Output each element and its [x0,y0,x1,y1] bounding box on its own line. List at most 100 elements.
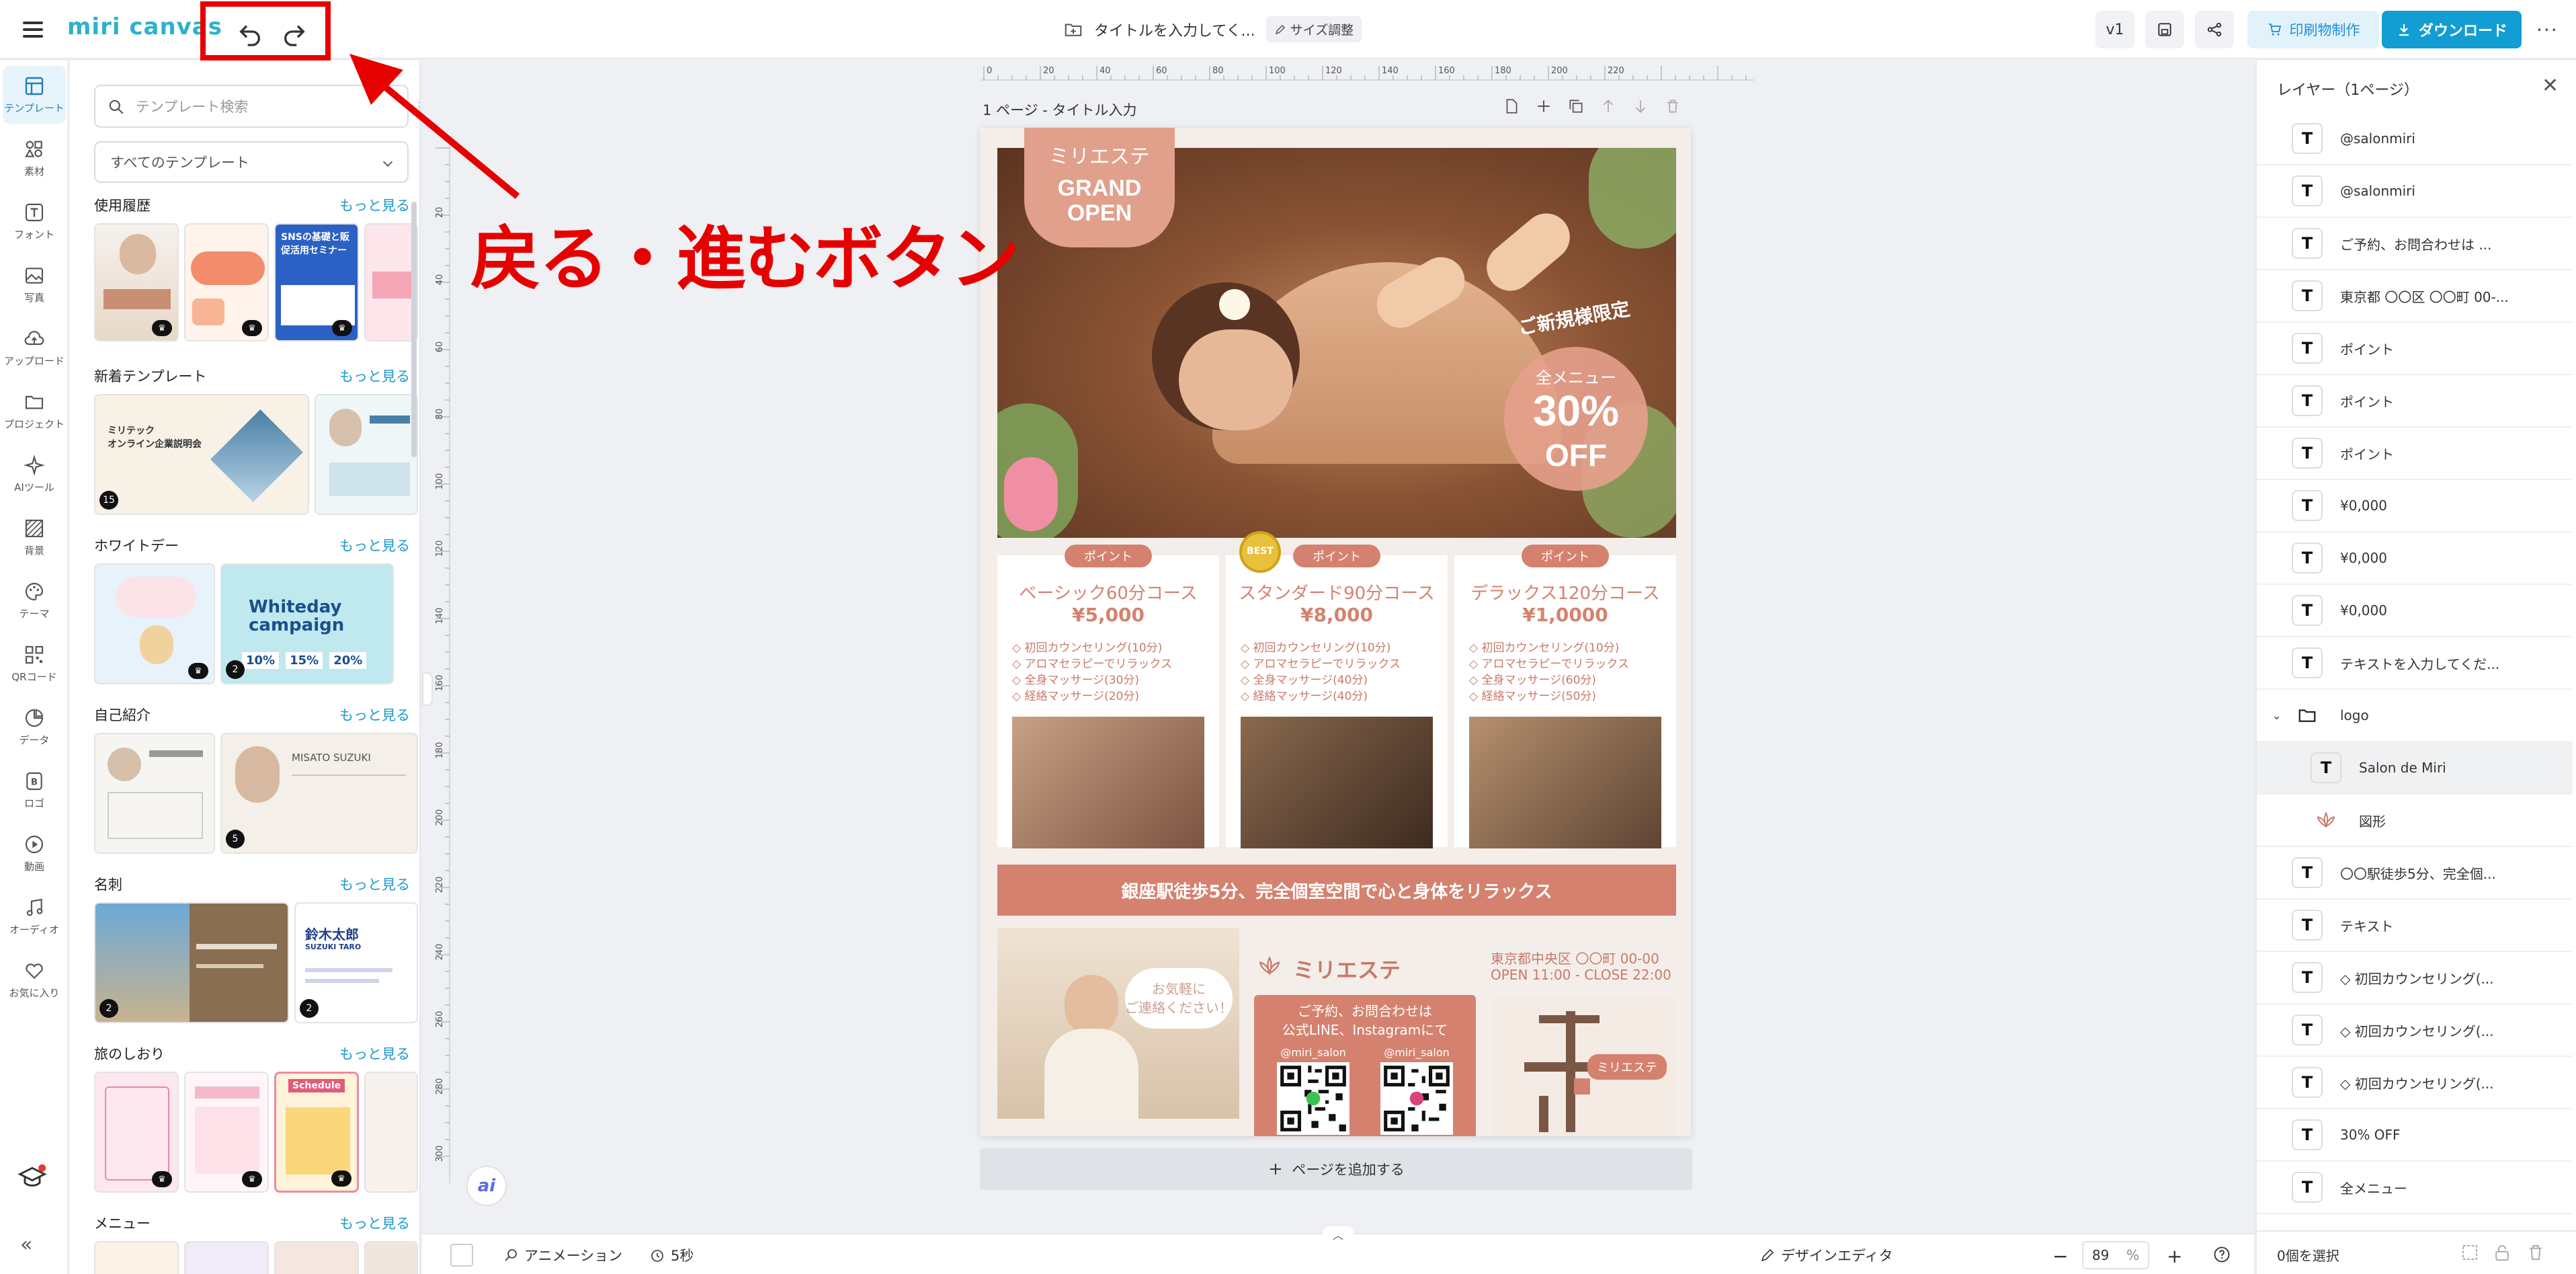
more-link[interactable]: もっと見る [339,874,410,894]
page-thumbnail-icon[interactable] [450,1244,473,1267]
share-icon[interactable] [2195,11,2234,48]
lock-icon[interactable] [2492,1242,2512,1263]
template-thumb[interactable]: Schedule ♛ [274,1072,359,1193]
layer-row[interactable]: ⌄ logo [2257,690,2573,742]
more-link[interactable]: もっと見る [339,1043,410,1064]
print-button[interactable]: 印刷物制作 [2247,11,2379,48]
best-medal[interactable]: BEST [1239,531,1281,573]
select-all-icon[interactable] [2460,1242,2480,1263]
more-link[interactable]: もっと見る [339,366,410,386]
template-thumb[interactable]: ♛ [94,1072,179,1193]
duration-button[interactable]: 5秒 [649,1245,694,1265]
layer-row[interactable]: T ご予約、お問合わせは ... [2257,218,2573,270]
course-photo[interactable] [1012,717,1204,848]
layer-row[interactable]: T @salonmiri [2257,113,2573,165]
receptionist-photo[interactable]: お気軽に ご連絡ください！ [997,928,1239,1119]
chevron-down-icon[interactable]: ⌄ [2272,709,2282,723]
resize-button[interactable]: サイズ調整 [1265,16,1362,42]
layer-row[interactable]: T ◇ 初回カウンセリング(... [2257,1057,2573,1109]
discount-circle[interactable]: 全メニュー 30% OFF [1504,347,1648,491]
save-icon[interactable] [2145,11,2184,48]
rail-item-theme[interactable]: テーマ [3,571,66,629]
rail-item-qr[interactable]: QRコード [3,635,66,692]
course-photo[interactable] [1469,717,1661,848]
template-thumb[interactable]: MISATO SUZUKI 5 [220,733,418,854]
doc-title[interactable]: タイトルを入力してく... [1094,19,1255,40]
layer-row[interactable]: T ポイント [2257,428,2573,480]
template-thumb[interactable] [184,1241,269,1274]
layer-row[interactable]: T 東京都 〇〇区 〇〇町 00-... [2257,270,2573,323]
move-up-icon[interactable] [1599,97,1617,115]
course-card[interactable]: ポイント ベーシック60分コース ¥5,000 ◇ 初回カウンセリング(10分)… [997,545,1219,848]
course-card[interactable]: ポイント デラックス120分コース ¥1,0000 ◇ 初回カウンセリング(10… [1454,545,1676,848]
access-banner[interactable]: 銀座駅徒歩5分、完全個室空間で心と身体をリラックス [997,865,1676,916]
more-options-icon[interactable]: ··· [2536,19,2559,41]
folder-add-icon[interactable] [1063,19,1083,40]
more-link[interactable]: もっと見る [339,1213,410,1233]
template-thumb[interactable]: SNSの基礎と販促活用セミナー ♛ [274,223,359,342]
map-box[interactable]: ミリエステ [1492,995,1676,1136]
template-thumb[interactable]: ♛ [94,563,215,684]
rail-item-background[interactable]: 背景 [3,508,66,566]
layer-row[interactable]: T 〇〇駅徒歩5分、完全個... [2257,847,2573,900]
template-thumb[interactable]: ミリテック オンライン企業説明会 15 [94,394,309,515]
grand-open-badge[interactable]: ミリエステ GRAND OPEN [1024,128,1175,247]
template-thumb[interactable] [364,223,418,342]
course-photo[interactable] [1241,717,1433,848]
template-thumb[interactable] [315,394,418,515]
rail-item-elements[interactable]: 素材 [3,129,66,187]
template-thumb[interactable]: ♛ [94,223,179,342]
course-card[interactable]: ポイント スタンダード90分コース ¥8,000 ◇ 初回カウンセリング(10分… [1226,545,1448,848]
zoom-input[interactable]: 89 % [2082,1241,2149,1269]
template-thumb[interactable]: ♛ [184,223,269,342]
template-thumb[interactable]: 2 [94,902,289,1023]
template-thumb[interactable]: ♛ [184,1072,269,1193]
menu-icon[interactable] [23,19,43,40]
rail-item-template[interactable]: テンプレート [3,66,66,124]
layer-row[interactable]: T ポイント [2257,323,2573,375]
move-down-icon[interactable] [1632,97,1649,115]
zoom-in-button[interactable]: + [2167,1245,2182,1267]
download-button[interactable]: ダウンロード [2382,11,2522,48]
collapse-chevron-icon[interactable]: ︿ [1323,1226,1354,1242]
template-thumb[interactable] [364,1072,418,1193]
trash-icon[interactable] [2526,1242,2546,1263]
layer-row[interactable]: T 30% OFF [2257,1109,2573,1162]
ai-assistant-icon[interactable]: ai [466,1166,507,1206]
undo-icon[interactable] [237,22,263,48]
rail-item-project[interactable]: プロジェクト [3,382,66,440]
layer-row[interactable]: T 全メニュー [2257,1162,2573,1214]
learn-icon[interactable] [17,1163,47,1193]
more-link[interactable]: もっと見る [339,535,410,555]
layer-row[interactable]: T Salon de Miri [2257,742,2573,795]
layer-row[interactable]: T テキスト [2257,900,2573,952]
layer-row[interactable]: T @salonmiri [2257,165,2573,218]
rail-item-photo[interactable]: 写真 [3,255,66,313]
layer-row[interactable]: T ¥0,000 [2257,585,2573,637]
rail-item-video[interactable]: 動画 [3,824,66,882]
redo-icon[interactable] [281,22,308,48]
shop-hours[interactable]: OPEN 11:00 - CLOSE 22:00 [1491,967,1671,983]
collapse-panel-icon[interactable]: « [20,1233,32,1257]
template-thumb[interactable]: 鈴木太郎 SUZUKI TARO 2 [294,902,418,1023]
template-thumb[interactable] [94,733,215,854]
zoom-out-button[interactable]: − [2052,1245,2068,1267]
animation-button[interactable]: アニメーション [503,1245,622,1265]
layer-row[interactable]: T ◇ 初回カウンセリング(... [2257,952,2573,1004]
page-note-icon[interactable] [1503,97,1520,115]
template-thumb[interactable] [274,1241,359,1274]
page-label[interactable]: 1 ページ - タイトル入力 [983,99,1137,120]
more-link[interactable]: もっと見る [339,705,410,725]
rail-item-upload[interactable]: アップロード [3,319,66,376]
template-thumb[interactable]: Whiteday campaign 10% 15% 20% 2 [220,563,394,684]
design-editor-button[interactable]: デザインエディタ [1759,1245,1893,1265]
rail-item-audio[interactable]: オーディオ [3,887,66,945]
layer-row[interactable]: T ポイント [2257,375,2573,428]
shop-address[interactable]: 東京都中央区 〇〇町 00-00 [1491,948,1659,967]
add-page-icon[interactable] [1535,97,1552,115]
add-page-button[interactable]: ページを追加する [980,1148,1692,1190]
template-thumb[interactable] [364,1241,418,1274]
duplicate-page-icon[interactable] [1567,97,1585,115]
layer-row[interactable]: T ¥0,000 [2257,532,2573,585]
rail-item-favorites[interactable]: お気に入り [3,951,66,1008]
